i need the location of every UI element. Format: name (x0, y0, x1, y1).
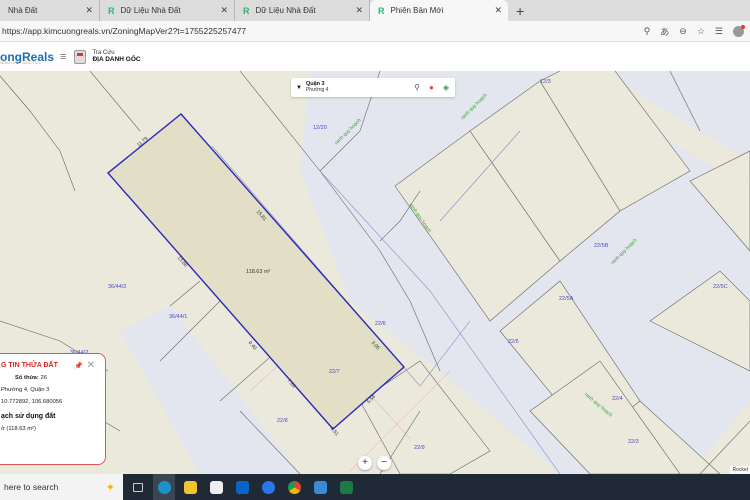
url-input[interactable]: https://app.kimcuongreals.vn/ZoningMapVe… (2, 26, 246, 36)
chrome-icon[interactable] (283, 474, 305, 500)
lookup-main: ĐỊA DANH GỐC (92, 56, 141, 64)
parcel-label: 36/44/2 (108, 284, 127, 290)
caret-down-icon[interactable]: ▼ (296, 85, 302, 91)
photos-icon[interactable] (309, 474, 331, 500)
profile-avatar[interactable] (733, 24, 745, 37)
app-header: ongReals NĂNG LỰC · SÁNG TẠO ≡ Tra Cứu Đ… (0, 42, 750, 71)
parcel-number: 26 (40, 375, 47, 381)
favorites-icon[interactable]: ☰ (715, 26, 723, 37)
zoning-map[interactable]: 11.79 15.81 13.66 7.26 5.54 0.40 0.51 3.… (0, 71, 750, 474)
parcel-number-label: Số thửa: (15, 375, 39, 381)
windows-taskbar: here to search ✦ (0, 474, 750, 500)
address-bar: https://app.kimcuongreals.vn/ZoningMapVe… (0, 21, 750, 42)
ward-value: Phường 4 (305, 86, 329, 93)
parcel-coordinates: 10.772892, 106.680056 (1, 399, 63, 405)
sparkle-icon: ✦ (105, 481, 115, 494)
parcel-label: 12/20 (313, 125, 327, 131)
land-use-heading: ạch sử dụng đất (1, 413, 56, 420)
tab-label: Phiên Bản Mới (390, 6, 444, 15)
parcel-label: 22/5B (594, 243, 609, 249)
taskbar-search-placeholder: here to search (4, 482, 59, 492)
locate-icon[interactable]: ◈ (443, 83, 449, 92)
map-layer (0, 71, 750, 474)
tab-1[interactable]: Nhà Đất ✕ (0, 0, 100, 21)
task-view-icon[interactable] (127, 474, 149, 500)
tab-label: Dữ Liệu Nhà Đất (120, 6, 181, 15)
lookup-icon (74, 49, 87, 64)
outlook-icon[interactable] (231, 474, 253, 500)
new-tab-button[interactable]: + (516, 3, 524, 19)
parcel-label: 22/6 (375, 321, 386, 327)
parcel-label: 22/8 (277, 418, 288, 424)
favorite-star-icon[interactable]: ☆ (697, 26, 705, 37)
store-icon[interactable] (205, 474, 227, 500)
location-search-box[interactable]: ▼ Quận 3 Phường 4 ⚲ ● ◈ (291, 78, 455, 97)
hamburger-menu-icon[interactable]: ≡ (60, 51, 66, 63)
zoom-in-button[interactable]: + (358, 456, 372, 470)
tab-strip: Nhà Đất ✕ R Dữ Liệu Nhà Đất ✕ R Dữ Liệu Nhà … (0, 0, 750, 21)
tab-2[interactable]: R Dữ Liệu Nhà Đất ✕ (100, 0, 235, 21)
close-icon[interactable]: ✕ (494, 5, 502, 16)
parcel-label: 22/3 (628, 439, 639, 445)
excel-icon[interactable] (335, 474, 357, 500)
favicon-icon: R (378, 5, 385, 16)
parcel-label: 22/4 (612, 396, 623, 402)
favicon-icon: R (108, 5, 115, 16)
tab-label: Nhà Đất (8, 6, 38, 15)
tab-3[interactable]: R Dữ Liệu Nhà Đất ✕ (235, 0, 370, 21)
taskbar-search[interactable]: here to search ✦ (0, 474, 123, 500)
translate-icon[interactable]: あ (660, 25, 669, 38)
zalo-icon[interactable] (257, 474, 279, 500)
lookup-title[interactable]: Tra Cứu ĐỊA DANH GỐC (92, 50, 140, 64)
parcel-info-popup: G TIN THỬA ĐẤT 📌 ✕ Số thửa: 26 Phường 4,… (0, 353, 106, 465)
parcel-label: 22/7 (329, 369, 340, 375)
tab-4-active[interactable]: R Phiên Bản Mới ✕ (370, 0, 508, 21)
brand-tagline: NĂNG LỰC · SÁNG TẠO (0, 61, 40, 65)
favicon-icon: R (243, 5, 250, 16)
zoom-out-button[interactable]: − (377, 456, 391, 470)
parcel-label: 22/5A (559, 296, 574, 302)
parcel-area-label: 118.63 m² (246, 269, 271, 275)
parcel-label: 22/5C (713, 284, 728, 290)
map-pin-icon[interactable]: ● (429, 83, 434, 92)
parcel-label: 22/5 (508, 339, 519, 345)
parcel-label: 12/3 (540, 79, 551, 85)
location-icon[interactable]: ⚲ (644, 26, 651, 37)
pin-icon[interactable]: 📌 (74, 362, 83, 370)
zoom-icon[interactable]: ⊖ (679, 26, 687, 37)
map-attribution[interactable]: Rocket (730, 466, 750, 474)
close-icon[interactable]: ✕ (85, 5, 93, 16)
close-icon[interactable]: ✕ (87, 360, 95, 371)
edge-icon[interactable] (153, 474, 175, 500)
parcel-label: 22/9 (414, 445, 425, 451)
close-icon[interactable]: ✕ (355, 5, 363, 16)
parcel-label: 36/44/1 (169, 314, 188, 320)
close-icon[interactable]: ✕ (220, 5, 228, 16)
search-icon[interactable]: ⚲ (414, 83, 420, 92)
file-explorer-icon[interactable] (179, 474, 201, 500)
tab-label: Dữ Liệu Nhà Đất (255, 6, 316, 15)
parcel-address: Phường 4, Quận 3 (1, 387, 50, 393)
land-use-value: ở (118.63 m²) (1, 426, 36, 432)
